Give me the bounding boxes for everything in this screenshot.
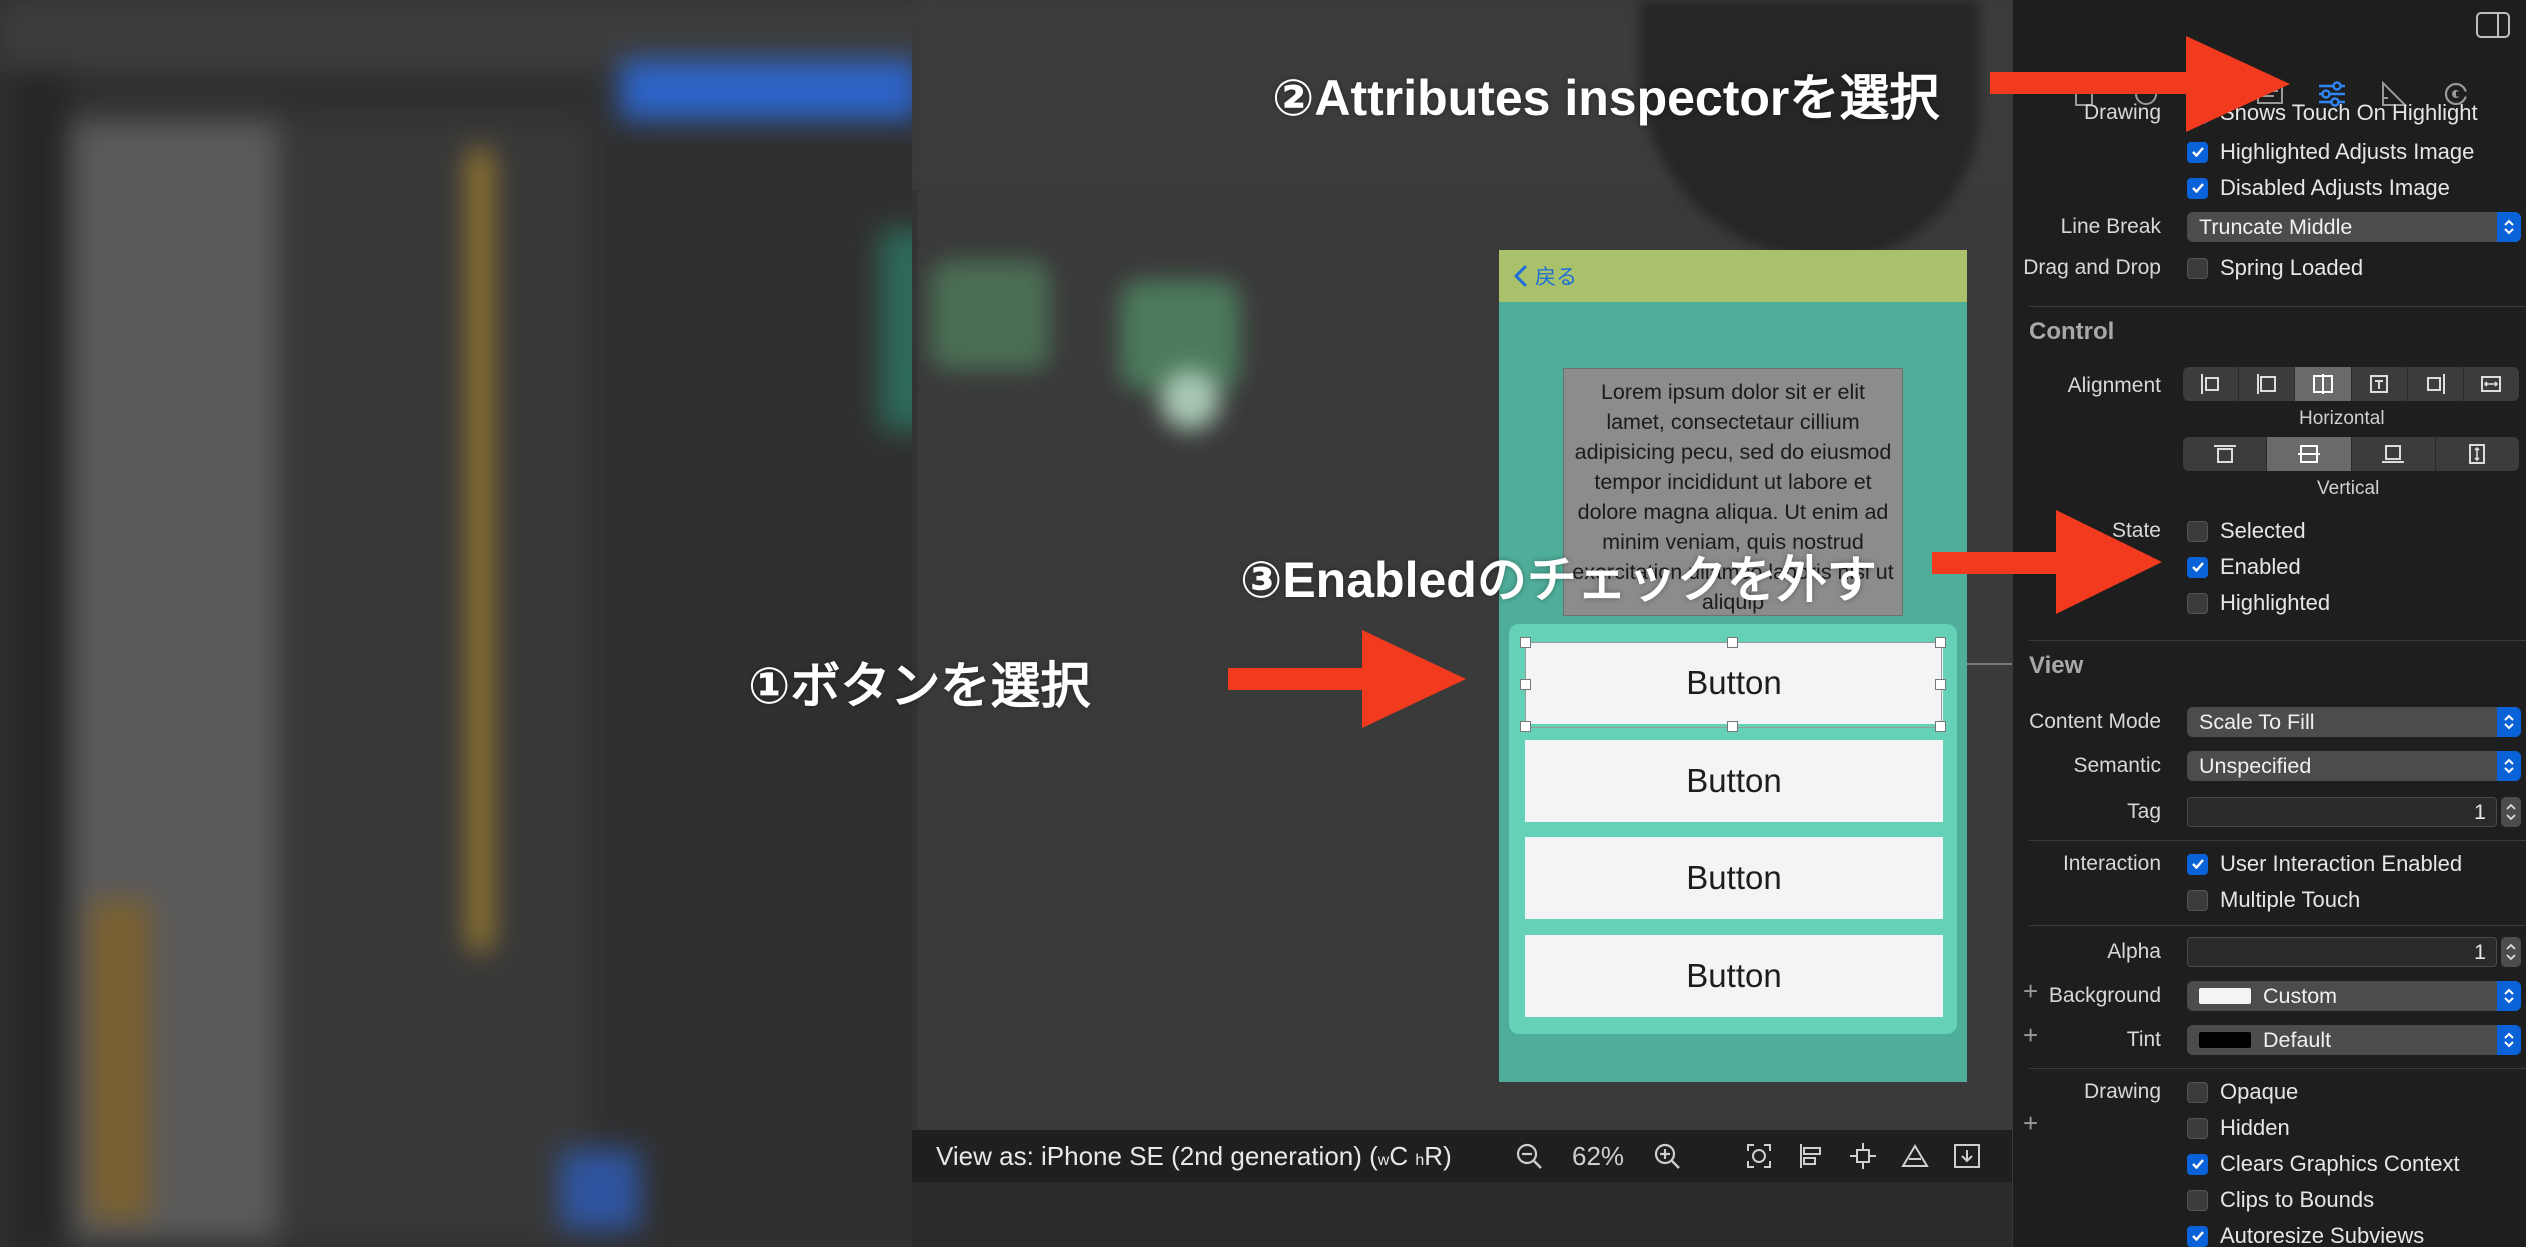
arrow-to-inspector-tab [1990, 36, 2290, 132]
arrow-to-button [1228, 630, 1466, 728]
arrow-to-enabled-checkbox [1932, 510, 2162, 614]
annotation-arrows [1228, 36, 2290, 728]
